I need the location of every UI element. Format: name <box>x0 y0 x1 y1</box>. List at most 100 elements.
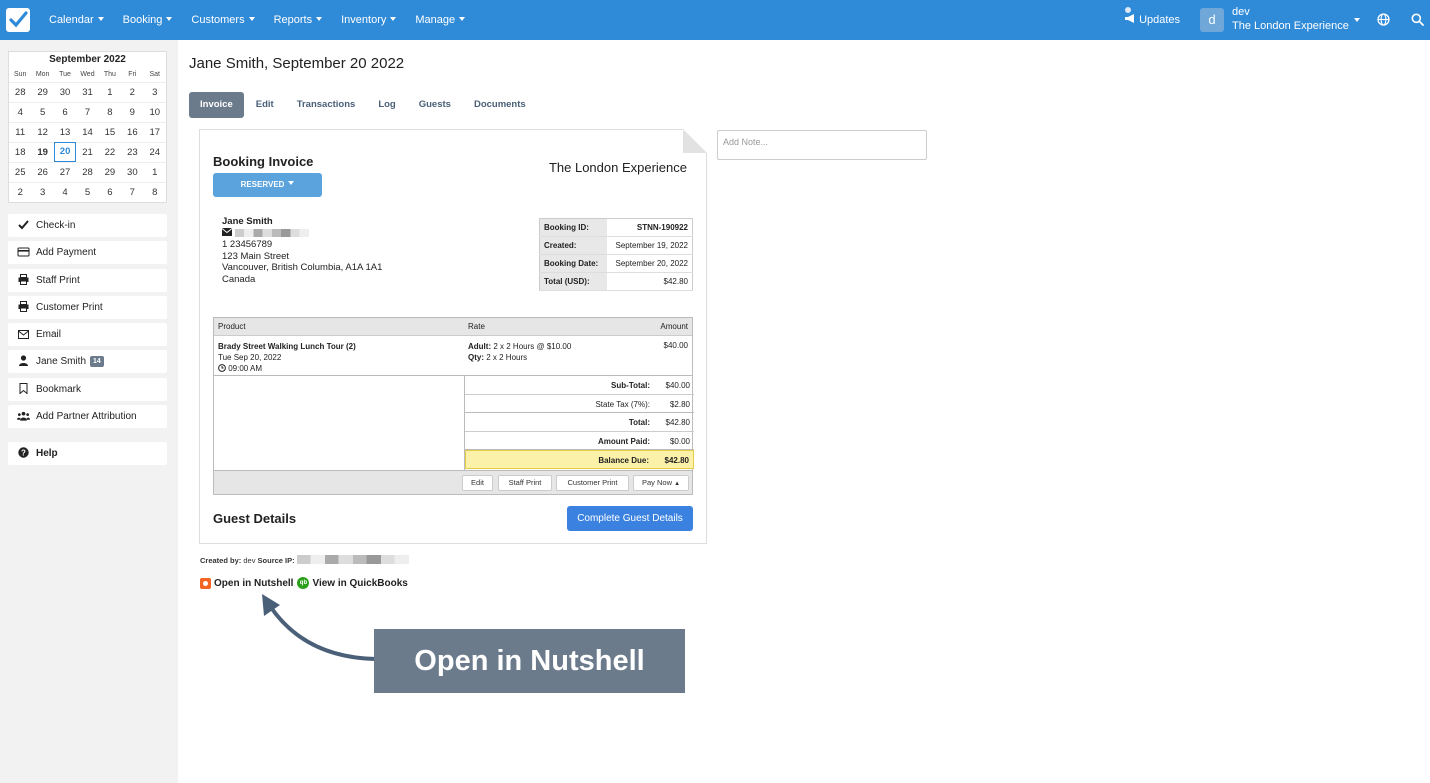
calendar-day[interactable]: 28 <box>9 82 32 102</box>
add-note-textarea[interactable] <box>717 130 927 160</box>
tab-log[interactable]: Log <box>367 92 406 118</box>
calendar-day[interactable]: 8 <box>98 102 122 122</box>
calendar-day[interactable]: 28 <box>76 162 99 182</box>
user-name[interactable]: dev <box>1232 6 1250 19</box>
tab-edit[interactable]: Edit <box>245 92 285 118</box>
pay-now-button[interactable]: Pay Now ▲ <box>633 475 689 491</box>
user-menu-caret-icon[interactable] <box>1354 18 1360 22</box>
svg-text:?: ? <box>21 449 26 458</box>
calendar-day[interactable]: 22 <box>98 142 122 162</box>
calendar-day[interactable]: 19 <box>31 142 54 162</box>
booking-status-dropdown[interactable]: RESERVED <box>213 173 322 197</box>
checkin-button[interactable]: Check-in <box>8 214 167 237</box>
customer-booking-count-badge: 14 <box>90 356 104 367</box>
tab-guests[interactable]: Guests <box>408 92 462 118</box>
calendar-day[interactable]: 20 <box>53 142 77 162</box>
calendar-days: 28 29 30 31 1 2 3 4 5 6 7 8 9 10 11 12 13 14 15 16 17 18 19 20 2… <box>9 82 166 202</box>
edit-button[interactable]: Edit <box>462 475 493 491</box>
calendar-day[interactable]: 9 <box>121 102 144 122</box>
add-partner-attribution-button[interactable]: Add Partner Attribution <box>8 405 167 428</box>
nav-customers[interactable]: Customers <box>191 0 255 40</box>
nav-booking[interactable]: Booking <box>123 0 173 40</box>
main-nav: Calendar Booking Customers Reports Inven… <box>49 0 484 40</box>
calendar-day[interactable]: 11 <box>9 122 32 142</box>
help-button[interactable]: ? Help <box>8 442 167 465</box>
calendar-day[interactable]: 13 <box>53 122 77 142</box>
calendar-day[interactable]: 29 <box>98 162 122 182</box>
quickbooks-icon: qb <box>297 577 310 589</box>
tab-invoice[interactable]: Invoice <box>189 92 244 118</box>
search-icon[interactable] <box>1411 13 1424 26</box>
customer-phone: 1 23456789 <box>222 239 273 250</box>
calendar-day[interactable]: 26 <box>31 162 54 182</box>
calendar-day[interactable]: 25 <box>9 162 32 182</box>
email-button[interactable]: Email <box>8 323 167 346</box>
caret-up-icon: ▲ <box>674 481 681 487</box>
calendar-day[interactable]: 17 <box>143 122 166 142</box>
calendar-day[interactable]: 1 <box>98 82 122 102</box>
nav-reports[interactable]: Reports <box>274 0 323 40</box>
calendar-day[interactable]: 2 <box>9 182 32 202</box>
calendar-day[interactable]: 5 <box>76 182 99 202</box>
add-payment-button[interactable]: Add Payment <box>8 241 167 264</box>
globe-icon[interactable] <box>1377 13 1390 26</box>
bookmark-button[interactable]: Bookmark <box>8 378 167 401</box>
calendar-day[interactable]: 10 <box>143 102 166 122</box>
calendar-day[interactable]: 4 <box>53 182 77 202</box>
calendar-day[interactable]: 30 <box>53 82 77 102</box>
calendar-day[interactable]: 15 <box>98 122 122 142</box>
integration-links: Open in Nutshell qb View in QuickBooks <box>200 577 412 589</box>
calendar-day[interactable]: 30 <box>121 162 144 182</box>
customer-print-button[interactable]: Customer Print <box>556 475 629 491</box>
staff-print-button[interactable]: Staff Print <box>8 269 167 292</box>
table-row: Brady Street Walking Lunch Tour (2) Tue … <box>214 336 692 376</box>
calendar-day[interactable]: 3 <box>143 82 166 102</box>
open-in-nutshell-link[interactable]: Open in Nutshell <box>200 577 293 589</box>
calendar-day[interactable]: 8 <box>143 182 166 202</box>
calendar-day[interactable]: 16 <box>121 122 144 142</box>
tab-transactions[interactable]: Transactions <box>286 92 367 118</box>
calendar-day[interactable]: 7 <box>76 102 99 122</box>
calendar-day[interactable]: 2 <box>121 82 144 102</box>
nav-calendar[interactable]: Calendar <box>49 0 104 40</box>
user-organization[interactable]: The London Experience <box>1232 20 1349 33</box>
calendar-day[interactable]: 5 <box>31 102 54 122</box>
calendar-week: 28 29 30 31 1 2 3 <box>9 82 166 102</box>
col-rate: Rate <box>468 322 485 331</box>
customer-address: Jane Smith 1 23456789 123 Main Street Va… <box>221 216 382 285</box>
updates-link[interactable]: Updates <box>1124 0 1180 40</box>
calendar-day[interactable]: 21 <box>76 142 99 162</box>
nav-inventory[interactable]: Inventory <box>341 0 397 40</box>
line-rate: Adult: 2 x 2 Hours @ $10.00 Qty: 2 x 2 H… <box>468 342 572 362</box>
calendar-day[interactable]: 7 <box>121 182 144 202</box>
calendar-day[interactable]: 1 <box>143 162 166 182</box>
tab-documents[interactable]: Documents <box>463 92 537 118</box>
calendar-day[interactable]: 29 <box>31 82 54 102</box>
calendar-day[interactable]: 6 <box>53 102 77 122</box>
calendar-day[interactable]: 3 <box>31 182 54 202</box>
calendar-day[interactable]: 4 <box>9 102 32 122</box>
calendar-day[interactable]: 14 <box>76 122 99 142</box>
nav-manage[interactable]: Manage <box>415 0 466 40</box>
checkfront-logo-icon[interactable] <box>6 8 30 32</box>
calendar-day[interactable]: 24 <box>143 142 166 162</box>
staff-print-button[interactable]: Staff Print <box>498 475 552 491</box>
table-header: Product Rate Amount <box>214 318 692 336</box>
total-row: Total: $42.80 <box>465 413 694 432</box>
invoice-lines-table: Product Rate Amount Brady Street Walking… <box>213 317 694 495</box>
balance-due-row: Balance Due: $42.80 <box>465 450 694 469</box>
calendar-day[interactable]: 6 <box>98 182 122 202</box>
calendar-day[interactable]: 23 <box>121 142 144 162</box>
col-amount: Amount <box>660 322 688 331</box>
tax-row: State Tax (7%): $2.80 <box>465 395 694 413</box>
customer-profile-button[interactable]: Jane Smith 14 <box>8 350 167 373</box>
calendar-day[interactable]: 31 <box>76 82 99 102</box>
envelope-icon <box>221 227 233 236</box>
calendar-day[interactable]: 12 <box>31 122 54 142</box>
calendar-day[interactable]: 18 <box>9 142 32 162</box>
complete-guest-details-button[interactable]: Complete Guest Details <box>567 506 693 531</box>
customer-print-button[interactable]: Customer Print <box>8 296 167 319</box>
user-avatar[interactable]: d <box>1200 8 1224 32</box>
view-in-quickbooks-link[interactable]: qb View in QuickBooks <box>297 577 408 589</box>
calendar-day[interactable]: 27 <box>53 162 77 182</box>
